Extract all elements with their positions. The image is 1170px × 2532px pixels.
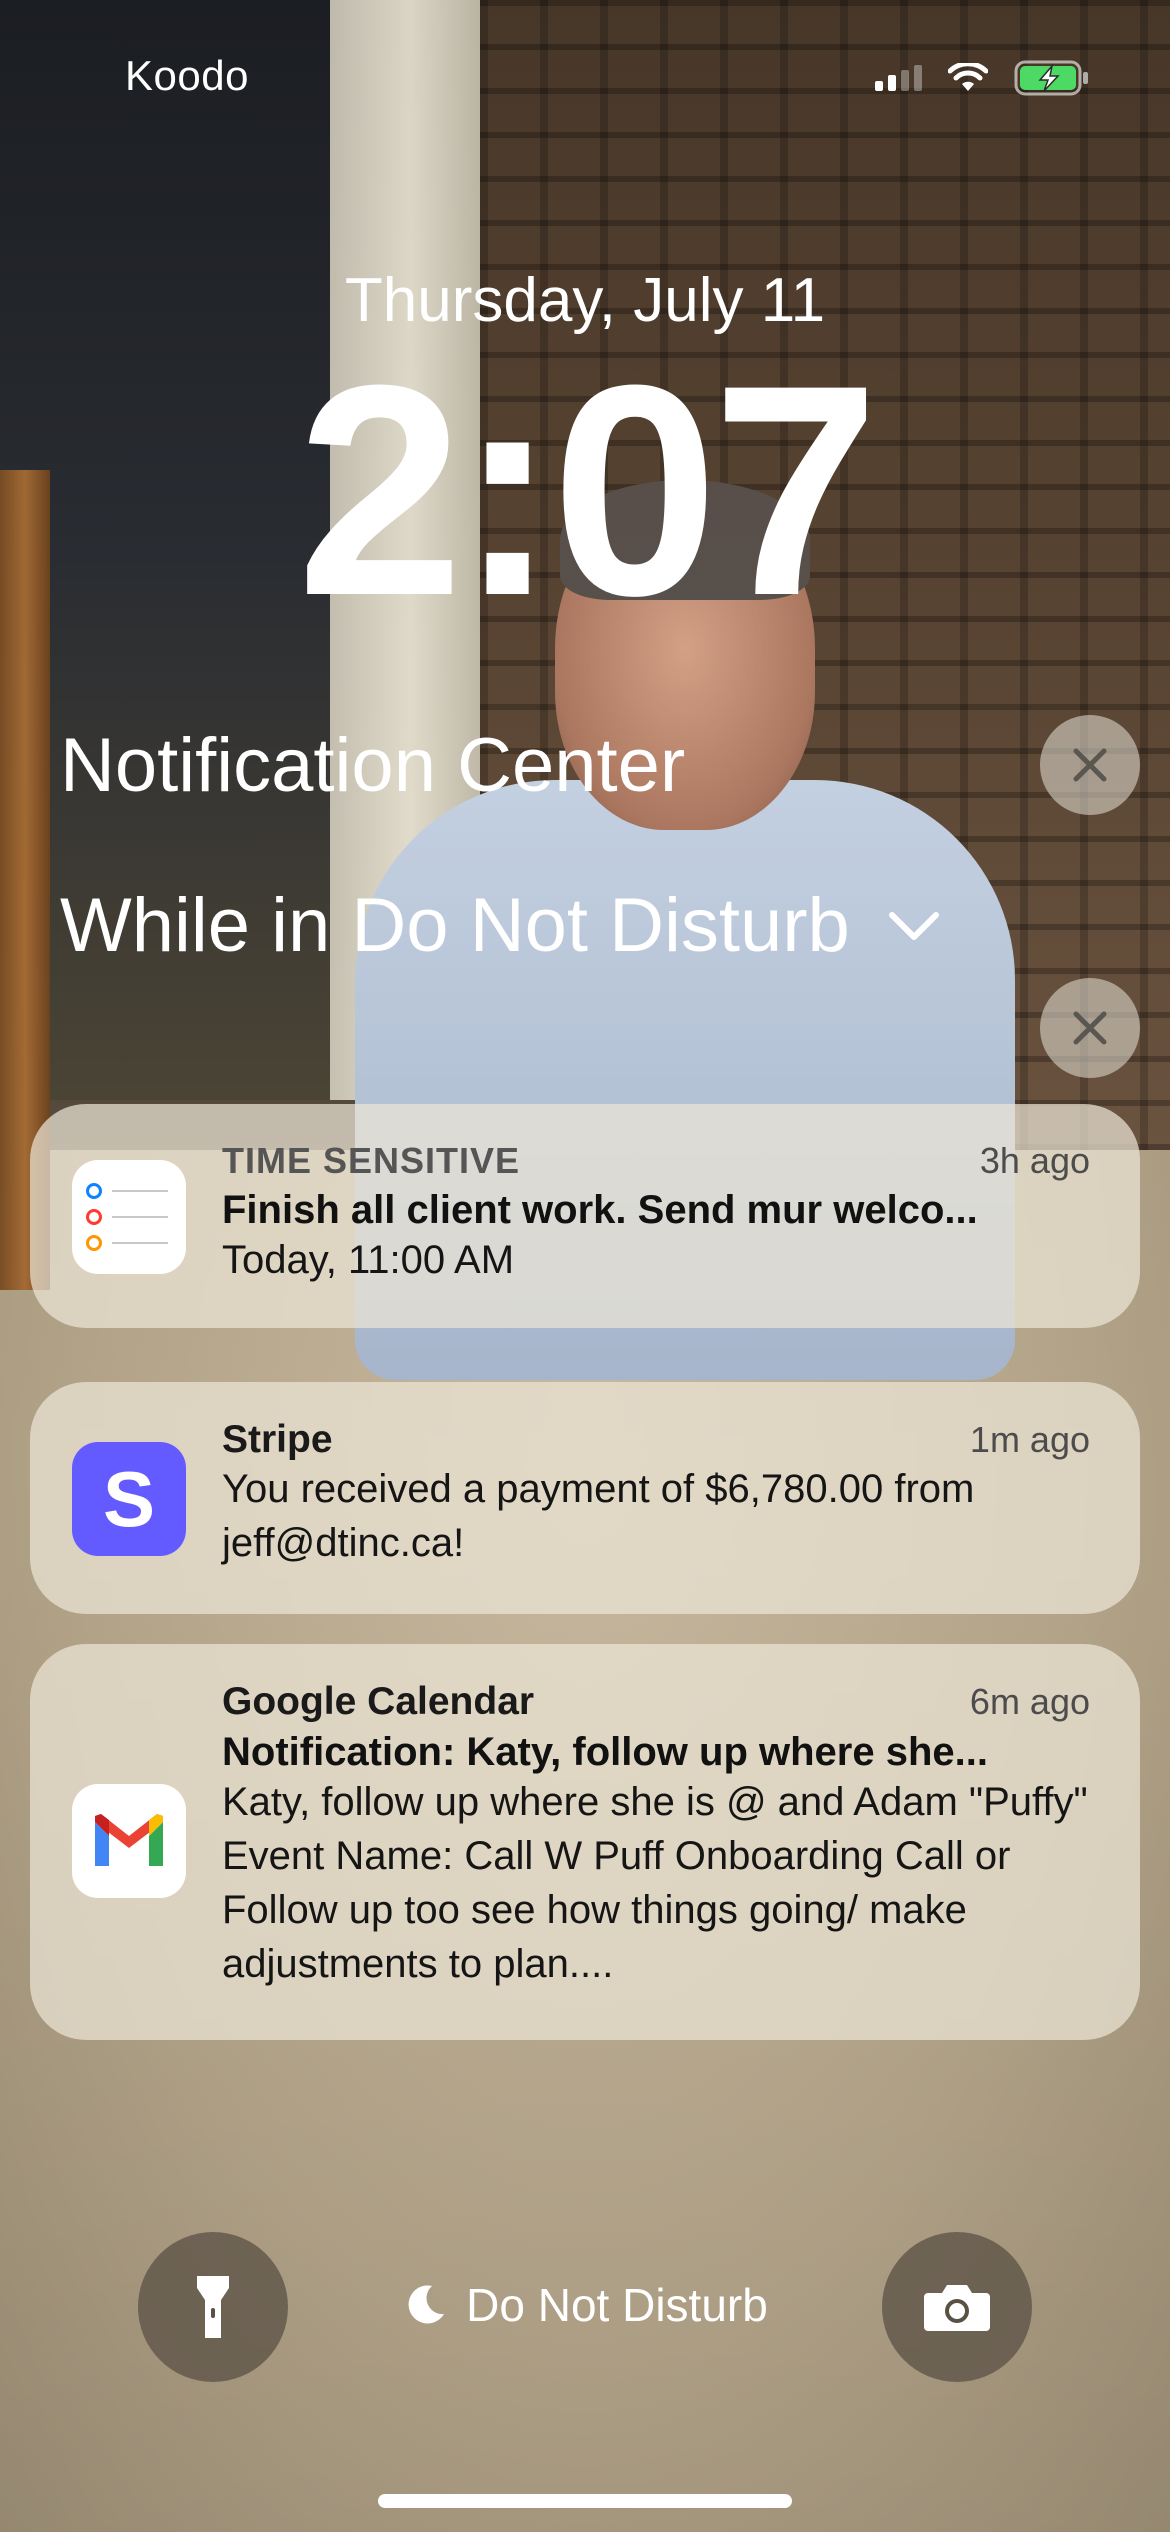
notification-timestamp: 1m ago [969,1419,1090,1460]
home-indicator[interactable] [378,2494,792,2508]
close-icon [1073,748,1107,782]
carrier-name: Koodo [125,52,249,99]
status-icons [875,60,1090,96]
chevron-down-icon [886,909,942,943]
stripe-icon-letter: S [102,1454,156,1543]
camera-icon [924,2285,990,2331]
notification-center-title: Notification Center [60,723,686,808]
clear-focus-group-button[interactable] [1040,978,1140,1078]
notification-app-name: Stripe [222,1418,333,1461]
notification-reminder[interactable]: TIME SENSITIVE 3h ago Finish all client … [30,1104,1140,1328]
focus-group-title: While in Do Not Disturb [60,883,850,968]
focus-group-header[interactable]: While in Do Not Disturb [60,882,942,969]
focus-mode-label: Do Not Disturb [466,2279,768,2331]
close-icon [1073,1011,1107,1045]
reminders-icon [72,1160,186,1274]
notification-body: Today, 11:00 AM [222,1238,515,1282]
wifi-icon [948,63,988,93]
moon-icon [408,2285,445,2324]
notification-stripe[interactable]: S Stripe 1m ago You received a payment o… [30,1382,1140,1614]
notification-body: Katy, follow up where she is @ and Adam … [222,1780,1088,1986]
notification-title: Notification: Katy, follow up where she.… [222,1730,988,1774]
stripe-icon: S [72,1442,186,1556]
cellular-signal-icon [875,65,922,91]
gmail-icon [72,1784,186,1898]
notification-title: Finish all client work. Send mur welco..… [222,1188,978,1232]
notification-app-name: TIME SENSITIVE [222,1140,521,1181]
camera-button[interactable] [882,2232,1032,2382]
notification-app-name: Google Calendar [222,1680,535,1723]
clear-notification-center-button[interactable] [1040,715,1140,815]
battery-charging-icon [1014,60,1090,96]
notification-body: You received a payment of $6,780.00 from… [222,1467,975,1565]
notification-timestamp: 6m ago [969,1681,1090,1722]
notification-timestamp: 3h ago [979,1140,1090,1181]
lock-time: 2:07 [296,322,879,658]
notification-google-calendar[interactable]: Google Calendar 6m ago Notification: Kat… [30,1644,1140,2040]
